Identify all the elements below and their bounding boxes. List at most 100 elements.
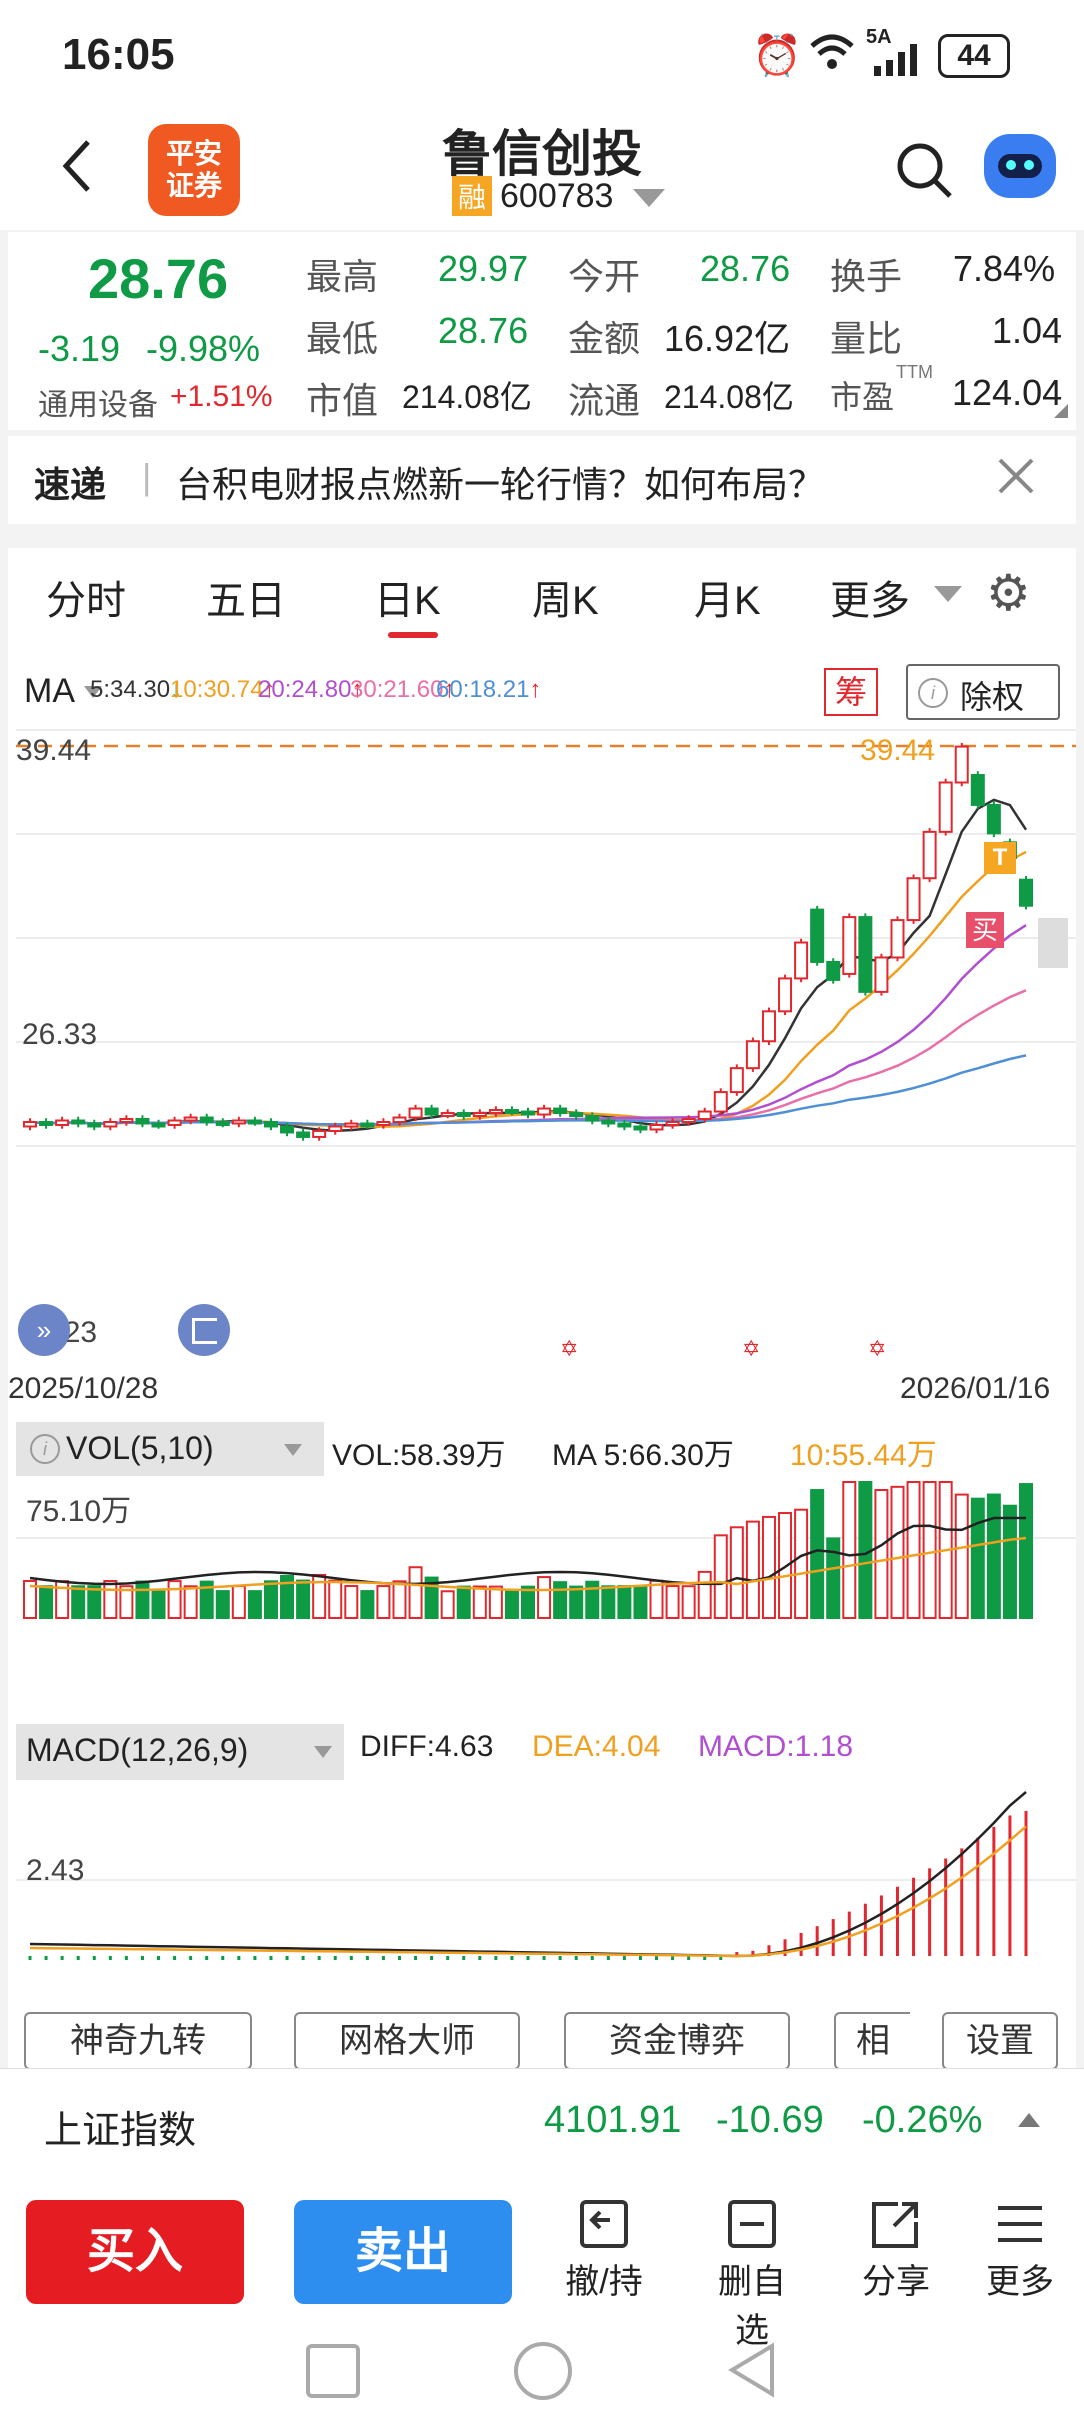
- candle-body: [456, 1112, 471, 1118]
- tool-button-capital-game[interactable]: 资金博弈: [564, 2012, 790, 2070]
- wifi-icon: [808, 30, 856, 79]
- candle-body: [263, 1120, 278, 1128]
- recent-apps-icon[interactable]: [306, 2344, 360, 2398]
- header: 平安 证券 鲁信创投 融 600783: [0, 110, 1084, 230]
- event-star-icon[interactable]: ✡: [742, 1336, 760, 1362]
- tool-button-nine-turn[interactable]: 神奇九转: [24, 2012, 252, 2070]
- volume-bar: [649, 1579, 664, 1619]
- chevron-up-icon[interactable]: [1018, 2113, 1040, 2127]
- share-label: 分享: [862, 2263, 930, 2301]
- candle-body: [521, 1110, 535, 1116]
- index-name: 上证指数: [44, 2110, 197, 2152]
- tool-button-grid-master[interactable]: 网格大师: [294, 2012, 520, 2070]
- sector-name[interactable]: 通用设备: [38, 380, 158, 424]
- event-star-icon[interactable]: ✡: [868, 1336, 886, 1362]
- cancel-hold-button[interactable]: 撤/持: [554, 2198, 654, 2303]
- tab-intraday[interactable]: 分时: [46, 568, 126, 626]
- home-icon[interactable]: [514, 2342, 572, 2400]
- status-time: 16:05: [62, 30, 175, 79]
- index-price: 4101.91: [544, 2099, 682, 2141]
- macd-chart[interactable]: [16, 1784, 1076, 1970]
- volume-bar: [135, 1580, 150, 1619]
- candle-body: [601, 1119, 616, 1125]
- tab-daily-k[interactable]: 日K: [374, 568, 441, 626]
- more-label: 更多: [986, 2263, 1054, 2301]
- ex-rights-label: 除权: [960, 679, 1025, 715]
- sell-button[interactable]: 卖出: [294, 2200, 512, 2304]
- robot-assistant-icon[interactable]: [984, 134, 1056, 198]
- candle-body: [23, 1120, 37, 1128]
- candle-body: [553, 1107, 568, 1115]
- candle-body: [344, 1122, 359, 1128]
- candle-body: [312, 1129, 327, 1138]
- candle-body: [729, 1067, 744, 1094]
- close-icon[interactable]: [996, 456, 1036, 501]
- volume-bar: [729, 1526, 744, 1619]
- candle-body: [424, 1107, 439, 1116]
- stock-code-selector[interactable]: 融 600783: [452, 176, 665, 216]
- chip-distribution-button[interactable]: 筹: [824, 668, 878, 716]
- field-value: 124.04: [952, 372, 1063, 413]
- candle-body: [376, 1120, 391, 1126]
- volume-bar: [890, 1485, 905, 1620]
- volume-bar: [87, 1585, 102, 1620]
- field-label: 市盈: [830, 379, 895, 415]
- candle-body: [71, 1119, 86, 1125]
- remove-watchlist-button[interactable]: 删自选: [702, 2198, 802, 2352]
- tool-button-partial[interactable]: 相: [834, 2012, 910, 2070]
- candle-body: [296, 1131, 311, 1138]
- sector-change: +1.51%: [170, 380, 273, 413]
- candle-body: [713, 1091, 728, 1113]
- field-value: 16.92亿: [664, 318, 791, 359]
- kline-chart-panel[interactable]: MA 5:34.30↓ 10:30.74↑ 20:24.80↑ 30:21.60↑ 60…: [8, 648, 1076, 2070]
- ma-label[interactable]: MA: [24, 672, 75, 711]
- volume-chart[interactable]: [16, 1478, 1076, 1628]
- tab-five-day[interactable]: 五日: [206, 568, 286, 626]
- more-button[interactable]: 更多: [970, 2198, 1070, 2303]
- volume-bar: [810, 1489, 825, 1619]
- candle-body: [922, 830, 937, 880]
- search-icon[interactable]: [894, 140, 954, 205]
- news-text[interactable]: 台积电财报点燃新一轮行情？如何布局？: [176, 456, 824, 508]
- event-star-icon[interactable]: ✡: [560, 1336, 578, 1362]
- share-button[interactable]: 分享: [846, 2198, 946, 2303]
- back-nav-icon[interactable]: [726, 2342, 780, 2403]
- candlestick-chart[interactable]: [16, 728, 1076, 1248]
- ma-line-30: [29, 989, 1027, 1126]
- cancel-hold-icon: [554, 2198, 654, 2254]
- macd-value: MACD:1.18: [698, 1730, 854, 1763]
- buy-button[interactable]: 买入: [26, 2200, 244, 2304]
- scroll-handle[interactable]: [1038, 918, 1068, 968]
- t-marker[interactable]: T: [984, 842, 1016, 874]
- scroll-left-icon[interactable]: »: [18, 1304, 70, 1356]
- vol-ma10: 10:55.44万: [790, 1439, 937, 1472]
- tab-more[interactable]: 更多: [830, 568, 910, 626]
- gear-icon[interactable]: ⚙: [986, 564, 1031, 622]
- vol-label: VOL(5,10): [66, 1430, 214, 1466]
- news-ticker[interactable]: 速递 | 台积电财报点燃新一轮行情？如何布局？: [8, 436, 1076, 524]
- macd-indicator-selector[interactable]: MACD(12,26,9): [16, 1724, 344, 1780]
- candle-body: [633, 1125, 648, 1131]
- candle-body: [794, 941, 809, 980]
- volume-bar: [521, 1585, 535, 1619]
- index-bar[interactable]: 上证指数 4101.91 -10.69 -0.26%: [0, 2068, 1084, 2177]
- volume-bar: [569, 1585, 584, 1619]
- margin-badge: 融: [452, 176, 493, 216]
- volume-bar: [296, 1579, 311, 1619]
- quote-panel: 28.76 -3.19 -9.98% 通用设备 +1.51% 最高 29.97 …: [8, 232, 1076, 430]
- ex-rights-button[interactable]: i 除权: [906, 664, 1060, 720]
- candle-body: [392, 1116, 407, 1123]
- volume-bar: [183, 1585, 198, 1619]
- candle-body: [167, 1119, 182, 1126]
- candle-body: [440, 1112, 455, 1118]
- volume-bar: [874, 1489, 889, 1619]
- buy-marker[interactable]: 买: [966, 912, 1004, 948]
- tab-weekly-k[interactable]: 周K: [532, 568, 599, 626]
- candle-body: [119, 1118, 134, 1124]
- tab-monthly-k[interactable]: 月K: [694, 568, 761, 626]
- expand-corner-icon[interactable]: [1054, 404, 1068, 418]
- reset-view-icon[interactable]: [178, 1304, 230, 1356]
- chevron-down-icon: [284, 1444, 302, 1456]
- vol-indicator-selector[interactable]: i VOL(5,10): [16, 1422, 324, 1476]
- tool-button-settings[interactable]: 设置: [942, 2012, 1058, 2070]
